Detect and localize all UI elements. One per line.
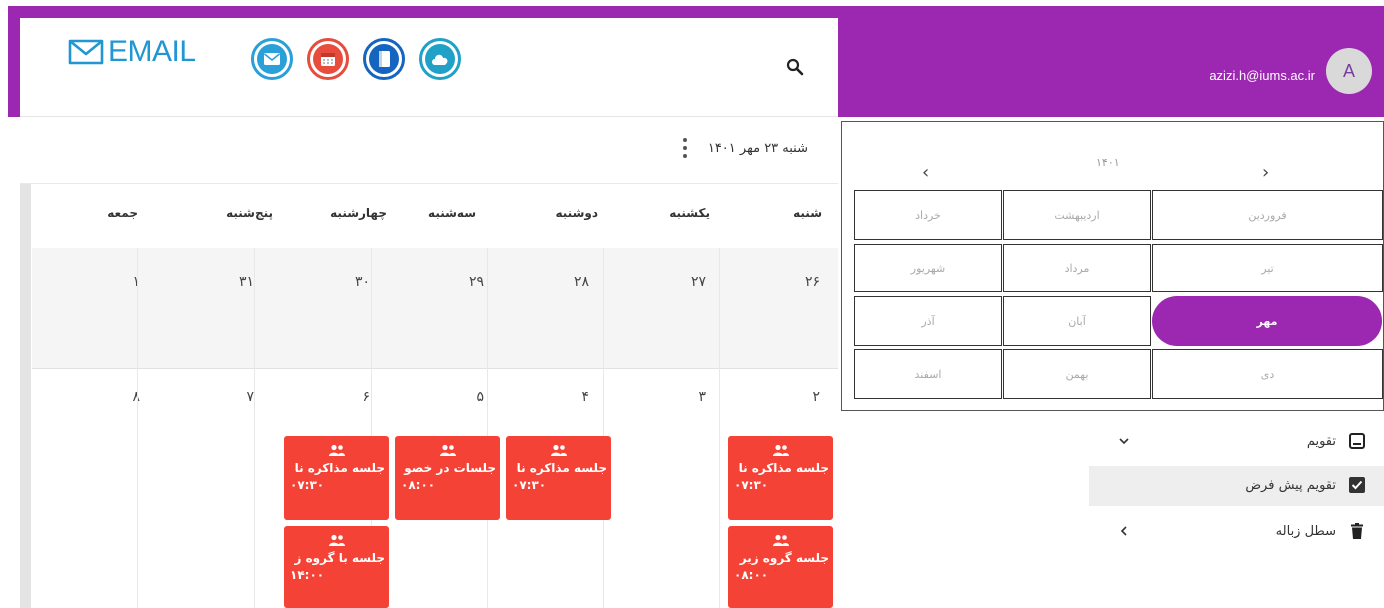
event-title: جلسه مذاکره نا	[738, 461, 829, 475]
group-icon	[439, 444, 456, 456]
sidebar-item-label: تقویم پیش فرض	[1245, 478, 1336, 493]
mail-icon	[264, 53, 280, 65]
weekday-wednesday: چهارشنبه	[330, 206, 387, 220]
month-bahman[interactable]: بهمن	[1003, 349, 1151, 399]
sidebar-item-label: سطل زباله	[1275, 524, 1336, 539]
current-date: شنبه ۲۳ مهر ۱۴۰۱	[707, 141, 808, 156]
day-number[interactable]: ۲۸	[574, 274, 589, 290]
calendar-folder-icon	[1349, 433, 1365, 449]
weekday-monday: دوشنبه	[555, 206, 599, 220]
column-divider	[487, 248, 488, 608]
event-time: ۰۷:۳۰	[734, 478, 769, 492]
week-row-1[interactable]: ۲۶ ۲۷ ۲۸ ۲۹ ۳۰ ۳۱ ۱	[32, 248, 838, 369]
weekday-header: شنبه یکشنبه دوشنبه سه‌شنبه چهارشنبه پنج‌…	[32, 184, 838, 249]
calendar-event[interactable]: جلسه مذاکره نا ۰۷:۳۰	[284, 436, 389, 520]
next-year-button[interactable]: ›	[1262, 162, 1269, 183]
mail-app-button[interactable]	[251, 38, 293, 80]
column-divider	[137, 248, 138, 608]
day-number[interactable]: ۳۰	[355, 274, 370, 290]
search-icon[interactable]	[786, 58, 804, 76]
month-mehr-selected[interactable]: مهر	[1152, 296, 1382, 346]
prev-year-button[interactable]: ‹	[922, 162, 929, 183]
day-number[interactable]: ۳۱	[239, 274, 254, 290]
month-esfand[interactable]: اسفند	[854, 349, 1002, 399]
month-mordad[interactable]: مرداد	[1003, 244, 1151, 292]
cloud-app-button[interactable]	[419, 38, 461, 80]
day-number[interactable]: ۴	[581, 389, 589, 405]
event-title: جلسه با گروه ز	[294, 551, 385, 565]
calendar-icon	[321, 53, 335, 66]
calendar-toolbar: شنبه ۲۳ مهر ۱۴۰۱	[20, 117, 838, 184]
sidebar-item-default-calendar[interactable]: تقویم پیش فرض	[1089, 466, 1384, 506]
calendar-event[interactable]: جلسه با گروه ز ۱۴:۰۰	[284, 526, 389, 608]
weekday-friday: جمعه	[107, 206, 138, 220]
weekday-thursday: پنج‌شنبه	[226, 206, 273, 220]
group-icon	[772, 444, 789, 456]
sidebar-item-trash[interactable]: سطل زباله	[1089, 512, 1384, 552]
month-aban[interactable]: آبان	[1003, 296, 1151, 346]
day-number[interactable]: ۲	[812, 389, 820, 405]
avatar[interactable]: A	[1326, 48, 1372, 94]
group-icon	[328, 444, 345, 456]
day-number[interactable]: ۲۷	[691, 274, 706, 290]
envelope-logo-icon	[68, 39, 104, 65]
picker-year[interactable]: ۱۴۰۱	[1096, 156, 1120, 169]
month-azar[interactable]: آذر	[854, 296, 1002, 346]
month-tir[interactable]: تیر	[1152, 244, 1383, 292]
email-logo[interactable]: EMAIL	[66, 32, 196, 72]
sidebar-item-label: تقویم	[1306, 434, 1336, 449]
column-divider	[254, 248, 255, 608]
event-time: ۱۴:۰۰	[290, 568, 325, 582]
contacts-app-button[interactable]	[363, 38, 405, 80]
event-time: ۰۷:۳۰	[512, 478, 547, 492]
event-time: ۰۷:۳۰	[290, 478, 325, 492]
calendar-event[interactable]: جلسه گروه زیر ۰۸:۰۰	[728, 526, 833, 608]
month-shahrivar[interactable]: شهریور	[854, 244, 1002, 292]
calendar-event[interactable]: جلسه مذاکره نا ۰۷:۳۰	[728, 436, 833, 520]
month-farvardin[interactable]: فروردین	[1152, 190, 1383, 240]
event-title: جلسات در خصو	[404, 461, 496, 475]
logo-text: EMAIL	[108, 35, 196, 68]
day-number[interactable]: ۵	[476, 389, 484, 405]
cloud-icon	[432, 54, 448, 65]
calendar-event[interactable]: جلسات در خصو ۰۸:۰۰	[395, 436, 500, 520]
month-khordad[interactable]: خرداد	[854, 190, 1002, 240]
column-divider	[719, 248, 720, 608]
day-number[interactable]: ۲۹	[469, 274, 484, 290]
calendar-app-button[interactable]	[307, 38, 349, 80]
day-number[interactable]: ۶	[362, 389, 370, 405]
calendar-event[interactable]: جلسه مذاکره نا ۰۷:۳۰	[506, 436, 611, 520]
chevron-left-icon[interactable]	[1117, 524, 1131, 538]
weekday-saturday: شنبه	[793, 206, 822, 220]
group-icon	[328, 534, 345, 546]
trash-icon	[1351, 523, 1363, 539]
day-number[interactable]: ۳	[698, 389, 706, 405]
sidebar-item-calendars[interactable]: تقویم	[1089, 422, 1384, 462]
event-title: جلسه مذاکره نا	[294, 461, 385, 475]
event-time: ۰۸:۰۰	[734, 568, 769, 582]
event-title: جلسه مذاکره نا	[516, 461, 607, 475]
chevron-down-icon[interactable]	[1117, 434, 1131, 448]
event-title: جلسه گروه زیر	[739, 551, 829, 565]
calendar-scrollbar[interactable]	[20, 184, 31, 608]
checkbox-checked-icon[interactable]	[1348, 476, 1366, 494]
group-icon	[772, 534, 789, 546]
day-number[interactable]: ۲۶	[805, 274, 820, 290]
month-dey[interactable]: دی	[1152, 349, 1383, 399]
event-time: ۰۸:۰۰	[401, 478, 436, 492]
more-options-icon[interactable]	[682, 138, 688, 158]
book-icon	[379, 51, 390, 67]
weekday-tuesday: سه‌شنبه	[428, 206, 476, 220]
month-picker: ‹ ۱۴۰۱ › فروردین اردیبهشت خرداد تیر مردا…	[841, 121, 1384, 411]
weekday-sunday: یکشنبه	[669, 206, 710, 220]
month-ordibehesht[interactable]: اردیبهشت	[1003, 190, 1151, 240]
day-number[interactable]: ۷	[246, 389, 254, 405]
group-icon	[550, 444, 567, 456]
column-divider	[603, 248, 604, 608]
user-email[interactable]: azizi.h@iums.ac.ir	[1170, 68, 1315, 83]
